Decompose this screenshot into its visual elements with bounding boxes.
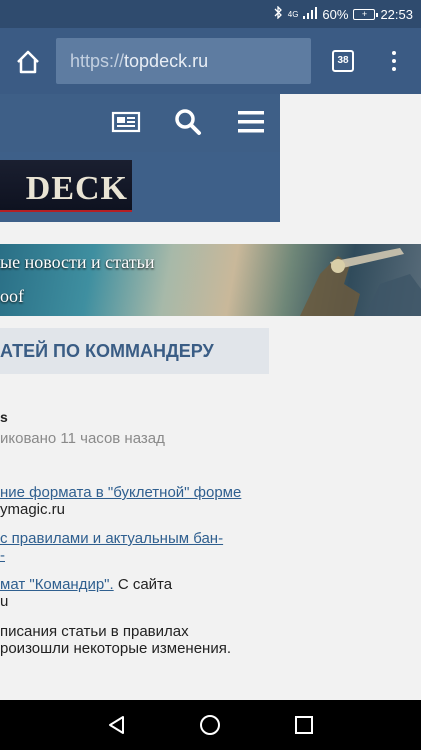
tab-switcher-button[interactable]: 38 (332, 50, 354, 72)
home-icon (17, 50, 39, 74)
home-button[interactable] (12, 46, 44, 78)
home-nav-button[interactable] (199, 714, 221, 736)
site-logo-area: DECK (0, 152, 280, 222)
home-circle-icon (200, 715, 220, 735)
article-text-line: u (0, 593, 9, 610)
status-icons: 4G 60% + 22:53 (274, 5, 413, 23)
article-link-rules-cont[interactable]: - (0, 547, 5, 564)
network-type-label: 4G (287, 9, 299, 19)
article-text-line: ymagic.ru (0, 501, 66, 518)
article-link-rules[interactable]: с правилами и актуальным бан- (0, 530, 223, 547)
recents-button[interactable] (293, 714, 315, 736)
section-heading-tab[interactable]: АТЕЙ ПО КОММАНДЕРУ (0, 328, 269, 374)
back-button[interactable] (106, 714, 128, 736)
news-icon[interactable] (111, 108, 141, 136)
clock: 22:53 (380, 6, 413, 22)
menu-dot-icon (392, 51, 396, 55)
banner-headline: ые новости и статьи (0, 252, 155, 272)
article-text-line: роизошли некоторые изменения. (0, 640, 231, 657)
menu-dot-icon (392, 59, 396, 63)
search-icon[interactable] (173, 108, 203, 136)
battery-percent: 60% (322, 6, 349, 22)
url-host: topdeck.ru (124, 51, 209, 71)
hamburger-menu-icon[interactable] (236, 108, 266, 136)
banner-illustration (300, 248, 421, 316)
signal-icon (303, 6, 318, 22)
article-text-line: писания статьи в правилах (0, 623, 189, 640)
promo-banner[interactable]: ые новости и статьи oof (0, 244, 421, 316)
web-page: DECK ые новости и статьи oof АТЕЙ ПО КОМ… (0, 94, 421, 700)
menu-dot-icon (392, 67, 396, 71)
article-text-span: С сайта (113, 576, 173, 593)
article-author: s (0, 409, 8, 425)
banner-subline: oof (0, 286, 24, 306)
site-logo-text: DECK (25, 170, 128, 207)
recents-icon (295, 716, 313, 734)
article-link-commander[interactable]: мат "Командир". (0, 576, 114, 593)
site-logo[interactable]: DECK (0, 160, 132, 212)
site-header-nav (0, 94, 280, 152)
article-meta: иковано 11 часов назад (0, 430, 165, 447)
url-field[interactable]: https://topdeck.ru (56, 38, 311, 84)
browser-menu-button[interactable] (384, 48, 404, 74)
battery-icon: + (353, 8, 379, 20)
bluetooth-icon (274, 5, 283, 22)
url-scheme: https:// (70, 51, 125, 71)
system-navigation-bar (0, 700, 421, 750)
back-icon (109, 716, 124, 734)
article-text-line: мат "Командир". С сайта (0, 576, 172, 593)
status-bar: 4G 60% + 22:53 (0, 0, 421, 28)
article-link-format[interactable]: ние формата в "буклетной" форме (0, 484, 241, 501)
browser-toolbar: https://topdeck.ru 38 (0, 28, 421, 94)
